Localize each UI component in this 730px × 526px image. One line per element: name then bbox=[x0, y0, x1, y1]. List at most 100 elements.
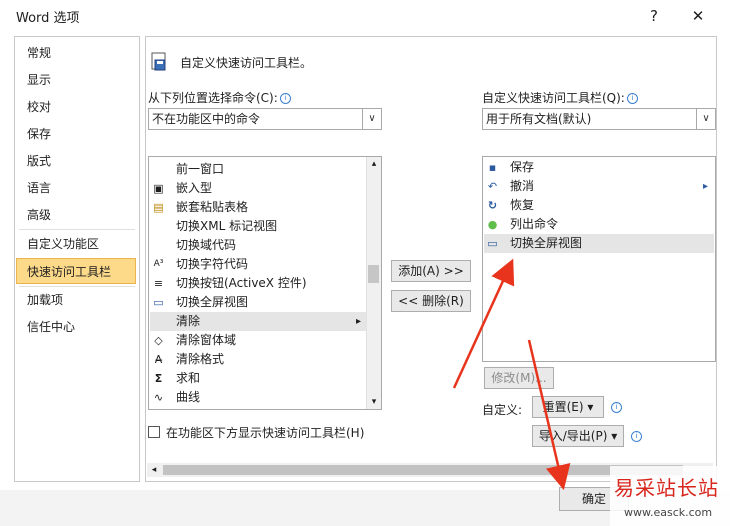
sum-icon: Σ bbox=[154, 372, 163, 385]
scroll-left-icon[interactable]: ◂ bbox=[147, 463, 161, 477]
list-item[interactable]: 前一窗口 bbox=[150, 160, 367, 179]
list-item-label: 切换字符代码 bbox=[176, 257, 249, 271]
list-item[interactable]: 清除 ▸ bbox=[150, 312, 367, 331]
available-commands-list[interactable]: 前一窗口 ▣ 嵌入型 ▤ 嵌套粘贴表格 切换XML 标记视图 切换域代码 A³ … bbox=[148, 156, 382, 410]
list-item-label: 切换XML 标记视图 bbox=[176, 219, 278, 233]
choose-commands-value: 不在功能区中的命令 bbox=[152, 112, 261, 126]
add-button[interactable]: 添加(A) >> bbox=[391, 260, 471, 282]
show-below-ribbon-label: 在功能区下方显示快速访问工具栏(H) bbox=[166, 426, 365, 440]
customize-toolbar-value: 用于所有文档(默认) bbox=[486, 112, 592, 126]
info-icon-glyph: i bbox=[631, 431, 642, 442]
panel-header: 自定义快速访问工具栏。 bbox=[180, 56, 313, 70]
customize-label: 自定义: bbox=[482, 403, 523, 417]
nav-item-trust-center[interactable]: 信任中心 bbox=[15, 314, 139, 340]
customize-toolbar-label: 自定义快速访问工具栏(Q): i bbox=[482, 89, 638, 106]
list-item[interactable]: ↻ 恢复 bbox=[484, 196, 714, 215]
list-item[interactable]: ∿ 曲线 bbox=[150, 388, 367, 407]
list-item[interactable]: ▭ 切换全屏视图 bbox=[484, 234, 714, 253]
nav-item-quick-access-toolbar[interactable]: 快速访问工具栏 bbox=[16, 258, 136, 284]
nav-item-language[interactable]: 语言 bbox=[15, 175, 139, 201]
modify-button[interactable]: 修改(M)... bbox=[484, 367, 554, 389]
list-item[interactable]: ● 列出命令 bbox=[484, 215, 714, 234]
list-item-label: 前一窗口 bbox=[176, 162, 225, 176]
list-item[interactable]: ↶ 撤消 ▸ bbox=[484, 177, 714, 196]
save-icon: ▪ bbox=[488, 161, 497, 174]
nav-divider bbox=[19, 229, 135, 230]
help-button[interactable]: ? bbox=[640, 4, 668, 28]
list-item[interactable]: 切换域代码 bbox=[150, 236, 367, 255]
activex-icon: ≡ bbox=[153, 277, 164, 290]
nav-item-typography[interactable]: 版式 bbox=[15, 148, 139, 174]
remove-button[interactable]: << 删除(R) bbox=[391, 290, 471, 312]
choose-commands-select[interactable]: 不在功能区中的命令 ∨ bbox=[148, 108, 382, 130]
scroll-up-icon[interactable]: ▴ bbox=[367, 157, 381, 171]
nav-item-advanced[interactable]: 高级 bbox=[15, 202, 139, 228]
nav-item-save[interactable]: 保存 bbox=[15, 121, 139, 147]
watermark-title: 易采站长站 bbox=[614, 476, 719, 500]
list-item-label: 清除格式 bbox=[176, 352, 225, 366]
field-codes-icon bbox=[152, 239, 165, 252]
redo-icon: ↻ bbox=[487, 199, 498, 212]
submenu-arrow-icon: ▸ bbox=[355, 316, 361, 327]
chevron-down-icon: ∨ bbox=[696, 109, 715, 129]
chevron-down-icon: ∨ bbox=[362, 109, 381, 129]
title-bar bbox=[0, 0, 730, 32]
options-nav: 常规 显示 校对 保存 版式 语言 高级 自定义功能区 快速访问工具栏 加载项 … bbox=[14, 36, 140, 482]
watermark-url: www.easck.com bbox=[624, 506, 713, 519]
scroll-down-icon[interactable]: ▾ bbox=[367, 395, 381, 409]
nav-item-proofing[interactable]: 校对 bbox=[15, 94, 139, 120]
choose-commands-label-text: 从下列位置选择命令(C): bbox=[148, 91, 278, 105]
info-icon-glyph: i bbox=[611, 402, 622, 413]
customize-toolbar-select[interactable]: 用于所有文档(默认) ∨ bbox=[482, 108, 716, 130]
list-item[interactable]: ▣ 嵌入型 bbox=[150, 179, 367, 198]
toolbar-commands-list[interactable]: ▪ 保存 ↶ 撤消 ▸ ↻ 恢复 ● 列出命令 ▭ 切换全屏视图 bbox=[482, 156, 716, 362]
info-icon: i bbox=[609, 400, 622, 414]
list-item[interactable]: A³ 切换字符代码 bbox=[150, 255, 367, 274]
clear-icon bbox=[152, 315, 165, 328]
choose-commands-label: 从下列位置选择命令(C): i bbox=[148, 89, 291, 106]
list-item[interactable]: ◇ 清除窗体域 bbox=[150, 331, 367, 350]
quick-access-toolbar-icon bbox=[151, 52, 166, 71]
watermark: 易采站长站 www.easck.com bbox=[610, 466, 730, 526]
list-item-label: 列出命令 bbox=[510, 217, 559, 231]
undo-icon: ↶ bbox=[487, 180, 498, 193]
nav-item-addins[interactable]: 加载项 bbox=[15, 287, 139, 313]
list-item-label: 切换域代码 bbox=[176, 238, 237, 252]
list-item[interactable]: ▭ 切换全屏视图 bbox=[150, 293, 367, 312]
quick-access-toolbar-panel: 自定义快速访问工具栏。 从下列位置选择命令(C): i 不在功能区中的命令 ∨ 自… bbox=[145, 36, 717, 482]
curve-icon: ∿ bbox=[153, 391, 164, 404]
customize-toolbar-label-text: 自定义快速访问工具栏(Q): bbox=[482, 91, 625, 105]
nested-paste-icon: ▤ bbox=[153, 201, 164, 214]
close-button[interactable]: ✕ bbox=[684, 4, 712, 28]
commands-scrollbar[interactable]: ▴ ▾ bbox=[366, 157, 381, 409]
char-code-icon: A³ bbox=[153, 259, 164, 269]
clear-format-icon: A̶ bbox=[154, 353, 163, 366]
reset-button[interactable]: 重置(E) ▾ bbox=[532, 396, 604, 418]
nav-item-general[interactable]: 常规 bbox=[15, 40, 139, 66]
list-item[interactable]: ▤ 嵌套粘贴表格 bbox=[150, 198, 367, 217]
info-icon: i bbox=[279, 93, 291, 104]
hscroll-thumb[interactable] bbox=[163, 465, 683, 475]
list-item-label: 求和 bbox=[176, 371, 201, 385]
import-export-button[interactable]: 导入/导出(P) ▾ bbox=[532, 425, 624, 447]
list-item-label: 保存 bbox=[510, 160, 535, 174]
nav-item-customize-ribbon[interactable]: 自定义功能区 bbox=[15, 231, 139, 257]
list-item[interactable]: A̶ 清除格式 bbox=[150, 350, 367, 369]
scroll-thumb[interactable] bbox=[368, 265, 379, 283]
show-below-ribbon-checkbox[interactable] bbox=[148, 426, 160, 438]
list-item[interactable]: ▪ 保存 bbox=[484, 158, 714, 177]
nav-item-display[interactable]: 显示 bbox=[15, 67, 139, 93]
list-item[interactable]: Σ 求和 bbox=[150, 369, 367, 388]
inline-icon: ▣ bbox=[153, 182, 164, 195]
list-item-label: 嵌入型 bbox=[176, 181, 213, 195]
list-item-label: 切换全屏视图 bbox=[176, 295, 249, 309]
list-item-label: 切换全屏视图 bbox=[510, 236, 583, 250]
list-item[interactable]: 切换XML 标记视图 bbox=[150, 217, 367, 236]
submenu-arrow-icon: ▸ bbox=[702, 181, 708, 192]
list-item-label: 恢复 bbox=[510, 198, 535, 212]
list-item-label: 嵌套粘贴表格 bbox=[176, 200, 249, 214]
info-icon: i bbox=[626, 93, 638, 104]
window-icon bbox=[152, 163, 165, 176]
list-item[interactable]: ≡ 切换按钮(ActiveX 控件) bbox=[150, 274, 367, 293]
list-item-label: 清除 bbox=[176, 314, 201, 328]
